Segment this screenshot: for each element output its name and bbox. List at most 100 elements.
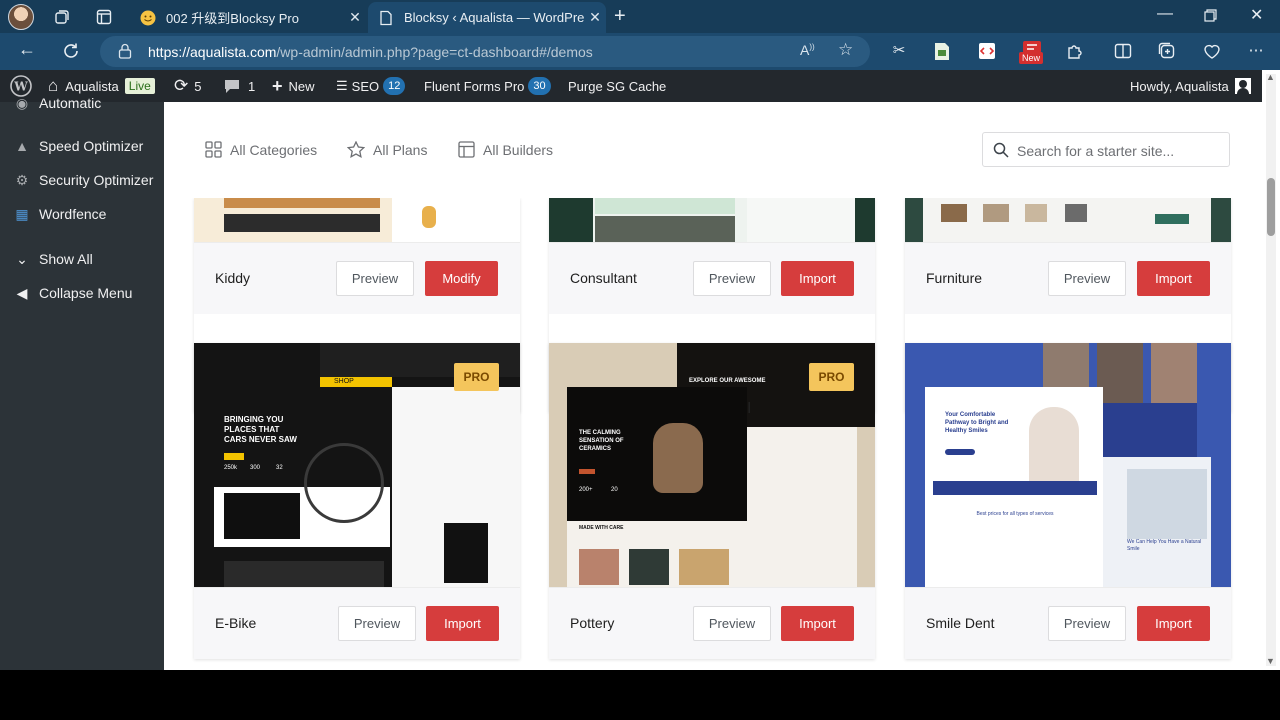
import-button[interactable]: Import	[1137, 261, 1210, 296]
close-window-icon[interactable]: ✕	[1250, 5, 1263, 25]
furniture-thumbnail[interactable]	[905, 198, 1231, 242]
scissors-icon[interactable]: ✂	[889, 41, 909, 61]
sidebar-item-speed-optimizer[interactable]: ▲ Speed Optimizer	[0, 131, 164, 161]
consultant-thumbnail[interactable]	[549, 198, 875, 242]
profile-avatar[interactable]	[8, 4, 34, 30]
workspaces-icon[interactable]	[54, 9, 70, 25]
seo-count-badge: 12	[383, 77, 406, 95]
tab-blocksy-pro[interactable]: 002 升级到Blocksy Pro ✕	[130, 2, 366, 33]
import-button[interactable]: Import	[1137, 606, 1210, 641]
sidebar-collapse-menu[interactable]: ◀ Collapse Menu	[0, 278, 164, 308]
starter-site-card: SHOP BRINGING YOU PLACES THAT CARS NEVER…	[194, 343, 520, 659]
fluent-count-badge: 30	[528, 77, 551, 95]
back-icon[interactable]: ←	[18, 39, 36, 60]
admin-bar-seo[interactable]: ☰ SEO 12	[336, 70, 406, 102]
starter-sites-panel: Kiddy Preview Modify Consultant Preview …	[164, 102, 1262, 670]
preview-button[interactable]: Preview	[1048, 261, 1126, 296]
pro-badge: PRO	[809, 363, 854, 391]
card-footer: Furniture Preview Import	[905, 242, 1231, 314]
code-extension-icon[interactable]	[978, 42, 996, 60]
ebike-shop-label: SHOP	[320, 377, 392, 387]
admin-bar-fluent-forms[interactable]: Fluent Forms Pro 30	[424, 70, 551, 102]
smiley-icon	[140, 10, 156, 25]
tab-wordpress[interactable]: Blocksy ‹ Aqualista — WordPress ✕	[368, 2, 606, 33]
admin-bar-new[interactable]: + New	[272, 70, 315, 102]
lock-icon[interactable]	[118, 43, 132, 59]
filter-label: All Plans	[373, 141, 428, 158]
more-menu-icon[interactable]: ⋯	[1246, 41, 1266, 61]
automatic-icon: ◉	[15, 94, 29, 111]
seo-label: SEO	[351, 78, 380, 94]
updates-count: 5	[194, 78, 202, 94]
new-label: New	[288, 78, 315, 94]
site-name: E-Bike	[215, 615, 257, 631]
favorite-star-icon[interactable]: ☆	[838, 40, 853, 60]
doc-extension-icon[interactable]	[934, 42, 950, 61]
comments-count: 1	[248, 78, 256, 94]
import-button[interactable]: Import	[781, 606, 854, 641]
address-bar-row: ← https://aqualista.com/wp-admin/admin.p…	[0, 33, 1280, 70]
wordfence-icon: ▦	[15, 205, 29, 222]
url-text: https://aqualista.com/wp-admin/admin.php…	[148, 44, 593, 60]
plus-icon: +	[272, 75, 283, 96]
sidebar-item-security-optimizer[interactable]: ⚙ Security Optimizer	[0, 165, 164, 195]
filter-label: All Builders	[483, 141, 554, 158]
extensions-puzzle-icon[interactable]	[1066, 42, 1084, 60]
sidebar-item-label: Wordfence	[39, 206, 107, 222]
scrollbar-track[interactable]	[1266, 74, 1276, 666]
sidebar-item-wordfence[interactable]: ▦ Wordfence	[0, 199, 164, 229]
browser-essentials-icon[interactable]	[1203, 42, 1221, 60]
sidebar-item-automatic[interactable]: ◉ Automatic	[0, 88, 164, 118]
speed-icon: ▲	[15, 138, 29, 154]
starter-site-card: EXPLORE OUR AWESOME THE CALMING SENSATIO…	[549, 343, 875, 659]
smile-dent-thumbnail[interactable]: Your Comfortable Pathway to Bright and H…	[905, 343, 1231, 587]
search-placeholder: Search for a starter site...	[1017, 143, 1175, 159]
smile-help: We Can Help You Have a Natural Smile	[1127, 539, 1202, 552]
split-screen-icon[interactable]	[1114, 42, 1132, 60]
preview-button[interactable]: Preview	[693, 261, 771, 296]
starter-site-search[interactable]: Search for a starter site...	[982, 132, 1230, 167]
close-tab-icon[interactable]: ✕	[584, 9, 606, 26]
tab-actions-icon[interactable]	[96, 9, 112, 25]
url-host: https://aqualista.com	[148, 44, 277, 60]
refresh-icon[interactable]	[62, 42, 80, 60]
pottery-headline: THE CALMING SENSATION OF CERAMICS	[579, 430, 624, 452]
modify-button[interactable]: Modify	[425, 261, 498, 296]
preview-button[interactable]: Preview	[1048, 606, 1126, 641]
new-tab-icon[interactable]: +	[614, 5, 626, 28]
sidebar-item-label: Collapse Menu	[39, 285, 133, 301]
card-footer: Pottery Preview Import	[549, 587, 875, 659]
scroll-down-arrow-icon[interactable]: ▼	[1266, 656, 1275, 666]
filter-all-builders[interactable]: All Builders	[458, 141, 553, 158]
filter-all-categories[interactable]: All Categories	[205, 141, 317, 158]
filter-label: All Categories	[230, 141, 318, 158]
page-scrollbar[interactable]: ▲ ▼	[1262, 70, 1280, 670]
import-button[interactable]: Import	[781, 261, 854, 296]
preview-button[interactable]: Preview	[336, 261, 414, 296]
smile-services: Best prices for all types of services	[976, 511, 1054, 517]
import-button[interactable]: Import	[426, 606, 499, 641]
filter-all-plans[interactable]: All Plans	[347, 141, 427, 158]
purge-label: Purge SG Cache	[568, 78, 667, 94]
scroll-up-arrow-icon[interactable]: ▲	[1266, 72, 1275, 82]
address-bar[interactable]: https://aqualista.com/wp-admin/admin.php…	[100, 36, 870, 67]
admin-bar-comments[interactable]: 1	[224, 70, 255, 102]
text-cursor-icon: I	[747, 400, 752, 417]
kiddy-thumbnail[interactable]	[194, 198, 520, 242]
preview-button[interactable]: Preview	[693, 606, 771, 641]
sidebar-show-all[interactable]: ⌄ Show All	[0, 244, 164, 274]
restore-icon[interactable]	[1204, 9, 1217, 22]
close-tab-icon[interactable]: ✕	[344, 9, 366, 26]
ebike-stat-3: 32	[276, 465, 283, 471]
minimize-icon[interactable]: —	[1157, 5, 1173, 23]
read-aloud-icon[interactable]: A))	[800, 42, 815, 58]
preview-button[interactable]: Preview	[338, 606, 416, 641]
collections-icon[interactable]	[1158, 42, 1176, 60]
grid-icon	[205, 141, 222, 158]
tab-strip: 002 升级到Blocksy Pro ✕ Blocksy ‹ Aqualista…	[0, 0, 1280, 33]
scrollbar-thumb[interactable]	[1267, 178, 1275, 236]
admin-bar-updates[interactable]: ⟳ 5	[174, 70, 201, 102]
tab-title: Blocksy ‹ Aqualista — WordPress	[404, 10, 584, 25]
admin-bar-purge-cache[interactable]: Purge SG Cache	[568, 70, 666, 102]
admin-bar-account[interactable]: Howdy, Aqualista	[1130, 70, 1251, 102]
